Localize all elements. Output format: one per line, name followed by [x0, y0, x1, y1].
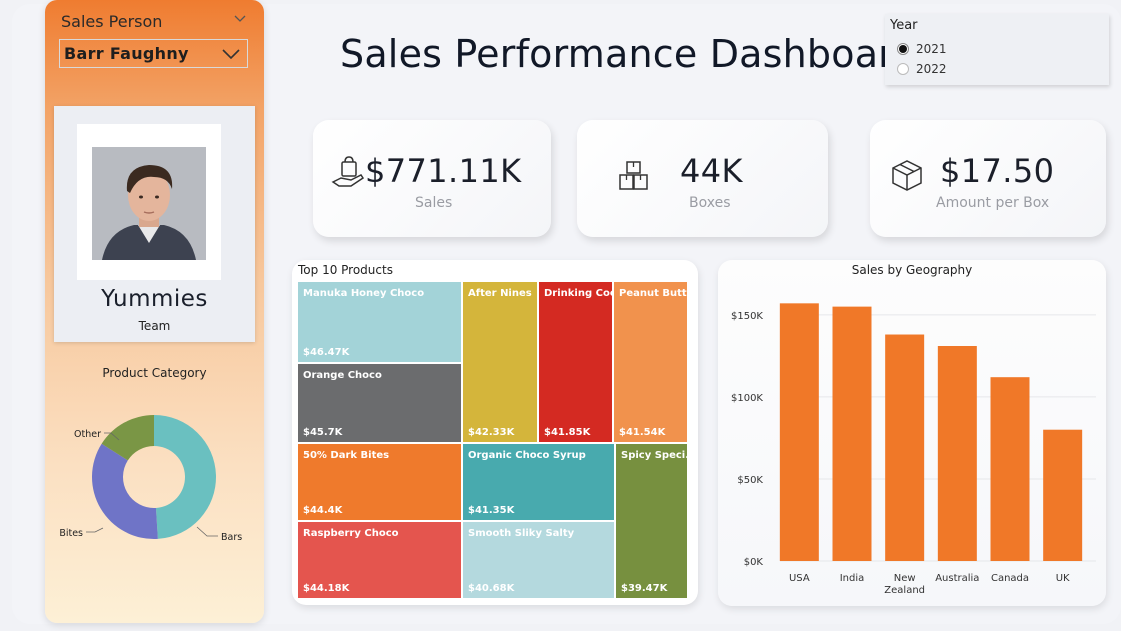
treemap-tile[interactable]: Spicy Speci... $39.47K [615, 443, 688, 599]
year-option-label: 2022 [916, 62, 947, 76]
treemap-tile[interactable]: Raspberry Choco $44.18K [297, 521, 462, 599]
x-tick-label: India [840, 573, 865, 584]
chevron-down-icon[interactable] [233, 12, 247, 26]
x-tick-label: Canada [991, 573, 1029, 584]
treemap-tile-name: Smooth Sliky Salty [468, 528, 575, 539]
package-icon [892, 160, 922, 191]
sales-label: Sales [415, 195, 453, 211]
sales-by-geography-chart: Sales by Geography $0K $50K $100K $150K USA I… [718, 260, 1106, 606]
treemap-tile[interactable]: Orange Choco $45.7K [297, 363, 462, 443]
treemap-tile-name: Manuka Honey Choco [303, 288, 425, 299]
donut-leader-line [196, 526, 218, 537]
team-name: Yummies [101, 286, 208, 312]
treemap-title: Top 10 Products [298, 263, 393, 277]
treemap-tile[interactable]: Organic Choco Syrup $41.35K [462, 443, 615, 521]
bar-canada[interactable] [990, 377, 1030, 561]
salesperson-slicer-title: Sales Person [61, 12, 163, 31]
salesperson-dropdown[interactable]: Barr Faughny [59, 39, 248, 68]
treemap-tile-value: $41.85K [544, 427, 591, 438]
boxes-label: Boxes [689, 195, 731, 211]
chevron-down-icon [222, 48, 240, 59]
photo-frame [77, 124, 221, 280]
kpi-card-amount-per-box: $17.50 Amount per Box [870, 120, 1106, 237]
treemap-tile[interactable]: After Nines $42.33K [462, 281, 538, 443]
treemap-tile-value: $41.35K [468, 505, 515, 516]
top-products-treemap: Top 10 Products Manuka Honey Choco $46.47… [292, 260, 698, 605]
treemap-tile-name: 50% Dark Bites [303, 450, 390, 461]
bar-new-zealand[interactable] [885, 334, 925, 561]
y-tick-label: $100K [731, 393, 763, 404]
treemap-tile-name: Peanut Butt... [619, 288, 687, 299]
treemap-tile-value: $45.7K [303, 427, 343, 438]
donut-slice-bars[interactable] [154, 415, 216, 539]
amount-per-box-value: $17.50 [940, 152, 1055, 190]
treemap-tile-value: $42.33K [468, 427, 515, 438]
donut-label-bites: Bites [59, 528, 83, 539]
x-tick-label: Zealand [884, 585, 925, 596]
y-tick-label: $50K [737, 475, 763, 486]
y-tick-label: $150K [731, 311, 763, 322]
bar-australia[interactable] [937, 346, 977, 561]
kpi-card-boxes: 44K Boxes [577, 120, 828, 237]
selected-salesperson: Barr Faughny [64, 44, 189, 63]
x-tick-label: Australia [935, 573, 979, 584]
team-label: Team [138, 319, 171, 333]
boxes-icon [619, 161, 648, 190]
treemap-tile[interactable]: Smooth Sliky Salty $40.68K [462, 521, 615, 599]
treemap-tile-value: $44.18K [303, 583, 350, 594]
bar-chart-plot: $0K $50K $100K $150K USA India NewZealand Austr… [731, 303, 1096, 596]
treemap-tile[interactable]: 50% Dark Bites $44.4K [297, 443, 462, 521]
amount-per-box-label: Amount per Box [936, 195, 1050, 211]
treemap-tile-value: $44.4K [303, 505, 343, 516]
treemap-tile-name: Raspberry Choco [303, 528, 399, 539]
sidebar: Sales Person Barr Faughny Yummies Team P… [45, 0, 264, 623]
donut-label-bars: Bars [221, 532, 242, 543]
treemap-tile-value: $40.68K [468, 583, 515, 594]
x-tick-label: USA [789, 573, 810, 584]
treemap-tile-value: $46.47K [303, 347, 350, 358]
year-slicer-title: Year [890, 18, 918, 33]
boxes-value: 44K [680, 152, 743, 190]
treemap-tile[interactable]: Drinking Coco $41.85K [538, 281, 613, 443]
treemap-tile-name: Orange Choco [303, 370, 382, 381]
bar-india[interactable] [832, 306, 872, 561]
product-category-title: Product Category [102, 366, 207, 380]
shopping-hand-icon [331, 156, 365, 187]
sales-value: $771.11K [365, 152, 522, 190]
treemap-tile-value: $41.54K [619, 427, 666, 438]
bar-uk[interactable] [1043, 429, 1083, 561]
radio-unselected-icon[interactable] [897, 63, 909, 75]
x-tick-label: UK [1056, 573, 1070, 584]
treemap-tile-name: Drinking Coco [544, 288, 612, 299]
salesperson-photo [92, 147, 206, 260]
treemap-tile-value: $39.47K [621, 583, 668, 594]
treemap-tile[interactable]: Peanut Butt... $41.54K [613, 281, 688, 443]
year-option-2022[interactable]: 2022 [897, 62, 947, 76]
year-option-label: 2021 [916, 42, 947, 56]
y-tick-label: $0K [744, 557, 764, 568]
team-profile-card: Yummies Team [54, 106, 255, 342]
donut-leader-line [86, 527, 104, 533]
product-category-donut[interactable]: Bars Bites Other [45, 410, 264, 570]
donut-label-other: Other [74, 429, 101, 440]
treemap-tile[interactable]: Manuka Honey Choco $46.47K [297, 281, 462, 363]
page-title: Sales Performance Dashboard [340, 32, 918, 76]
treemap-tile-name: Spicy Speci... [621, 450, 687, 461]
year-option-2021[interactable]: 2021 [897, 42, 947, 56]
kpi-card-sales: $771.11K Sales [313, 120, 551, 237]
treemap-tile-name: After Nines [468, 288, 532, 299]
x-tick-label: New [894, 573, 916, 584]
bar-usa[interactable] [779, 303, 819, 561]
radio-selected-icon[interactable] [897, 43, 909, 55]
treemap-tile-name: Organic Choco Syrup [468, 450, 586, 461]
year-slicer: Year 2021 2022 [885, 14, 1109, 85]
